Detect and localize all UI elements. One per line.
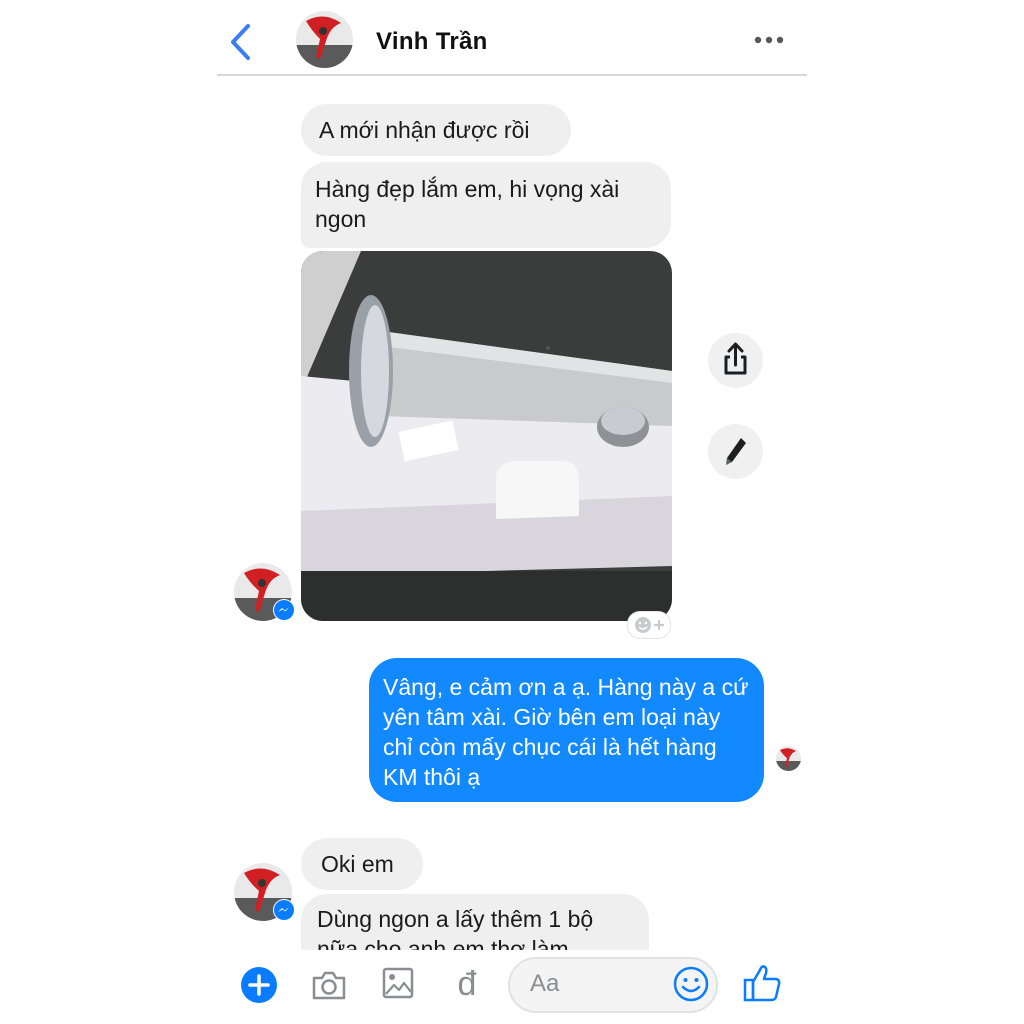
message-bubble-incoming[interactable]: Oki em — [301, 838, 423, 890]
contact-name: Vinh Trần — [376, 28, 488, 55]
thumbs-up-icon — [743, 965, 781, 1002]
messenger-badge — [273, 899, 295, 921]
add-reaction-button[interactable] — [627, 611, 671, 639]
seen-indicator-avatar — [776, 746, 801, 771]
share-photo-button[interactable] — [708, 333, 763, 388]
contact-avatar[interactable] — [296, 11, 353, 68]
message-input-placeholder: Aa — [530, 970, 560, 997]
add-reaction-icon — [635, 617, 665, 633]
pencil-icon — [726, 438, 746, 465]
gallery-icon — [382, 967, 414, 999]
product-photo-image — [301, 251, 672, 621]
messenger-badge-icon — [274, 600, 294, 620]
more-options-button[interactable] — [754, 30, 784, 50]
emoji-icon — [673, 966, 709, 1002]
messenger-badge — [273, 599, 295, 621]
camera-icon — [312, 971, 346, 1000]
more-dots-icon — [754, 36, 784, 44]
camera-button[interactable] — [310, 966, 348, 1004]
back-arrow-icon — [231, 24, 250, 60]
more-actions-button[interactable] — [240, 966, 278, 1004]
avatar-image — [296, 11, 353, 68]
header-divider — [217, 74, 807, 76]
plus-icon — [241, 967, 277, 1003]
message-bubble-incoming[interactable]: Hàng đẹp lắm em, hi vọng xài ngon — [301, 162, 671, 248]
send-money-button[interactable]: đ — [451, 962, 483, 1006]
message-bubble-outgoing[interactable]: Vâng, e cảm ơn a ạ. Hàng này a cứ yên tâ… — [369, 658, 764, 802]
message-photo[interactable] — [301, 251, 672, 621]
share-icon — [724, 342, 747, 375]
back-button[interactable] — [226, 22, 258, 62]
avatar-image — [776, 746, 801, 771]
edit-photo-button[interactable] — [708, 424, 763, 479]
gallery-button[interactable] — [380, 964, 416, 1002]
like-button[interactable] — [742, 962, 782, 1004]
message-bubble-incoming[interactable]: A mới nhận được rồi — [301, 104, 571, 156]
messenger-badge-icon — [274, 900, 294, 920]
emoji-button[interactable] — [672, 965, 710, 1003]
